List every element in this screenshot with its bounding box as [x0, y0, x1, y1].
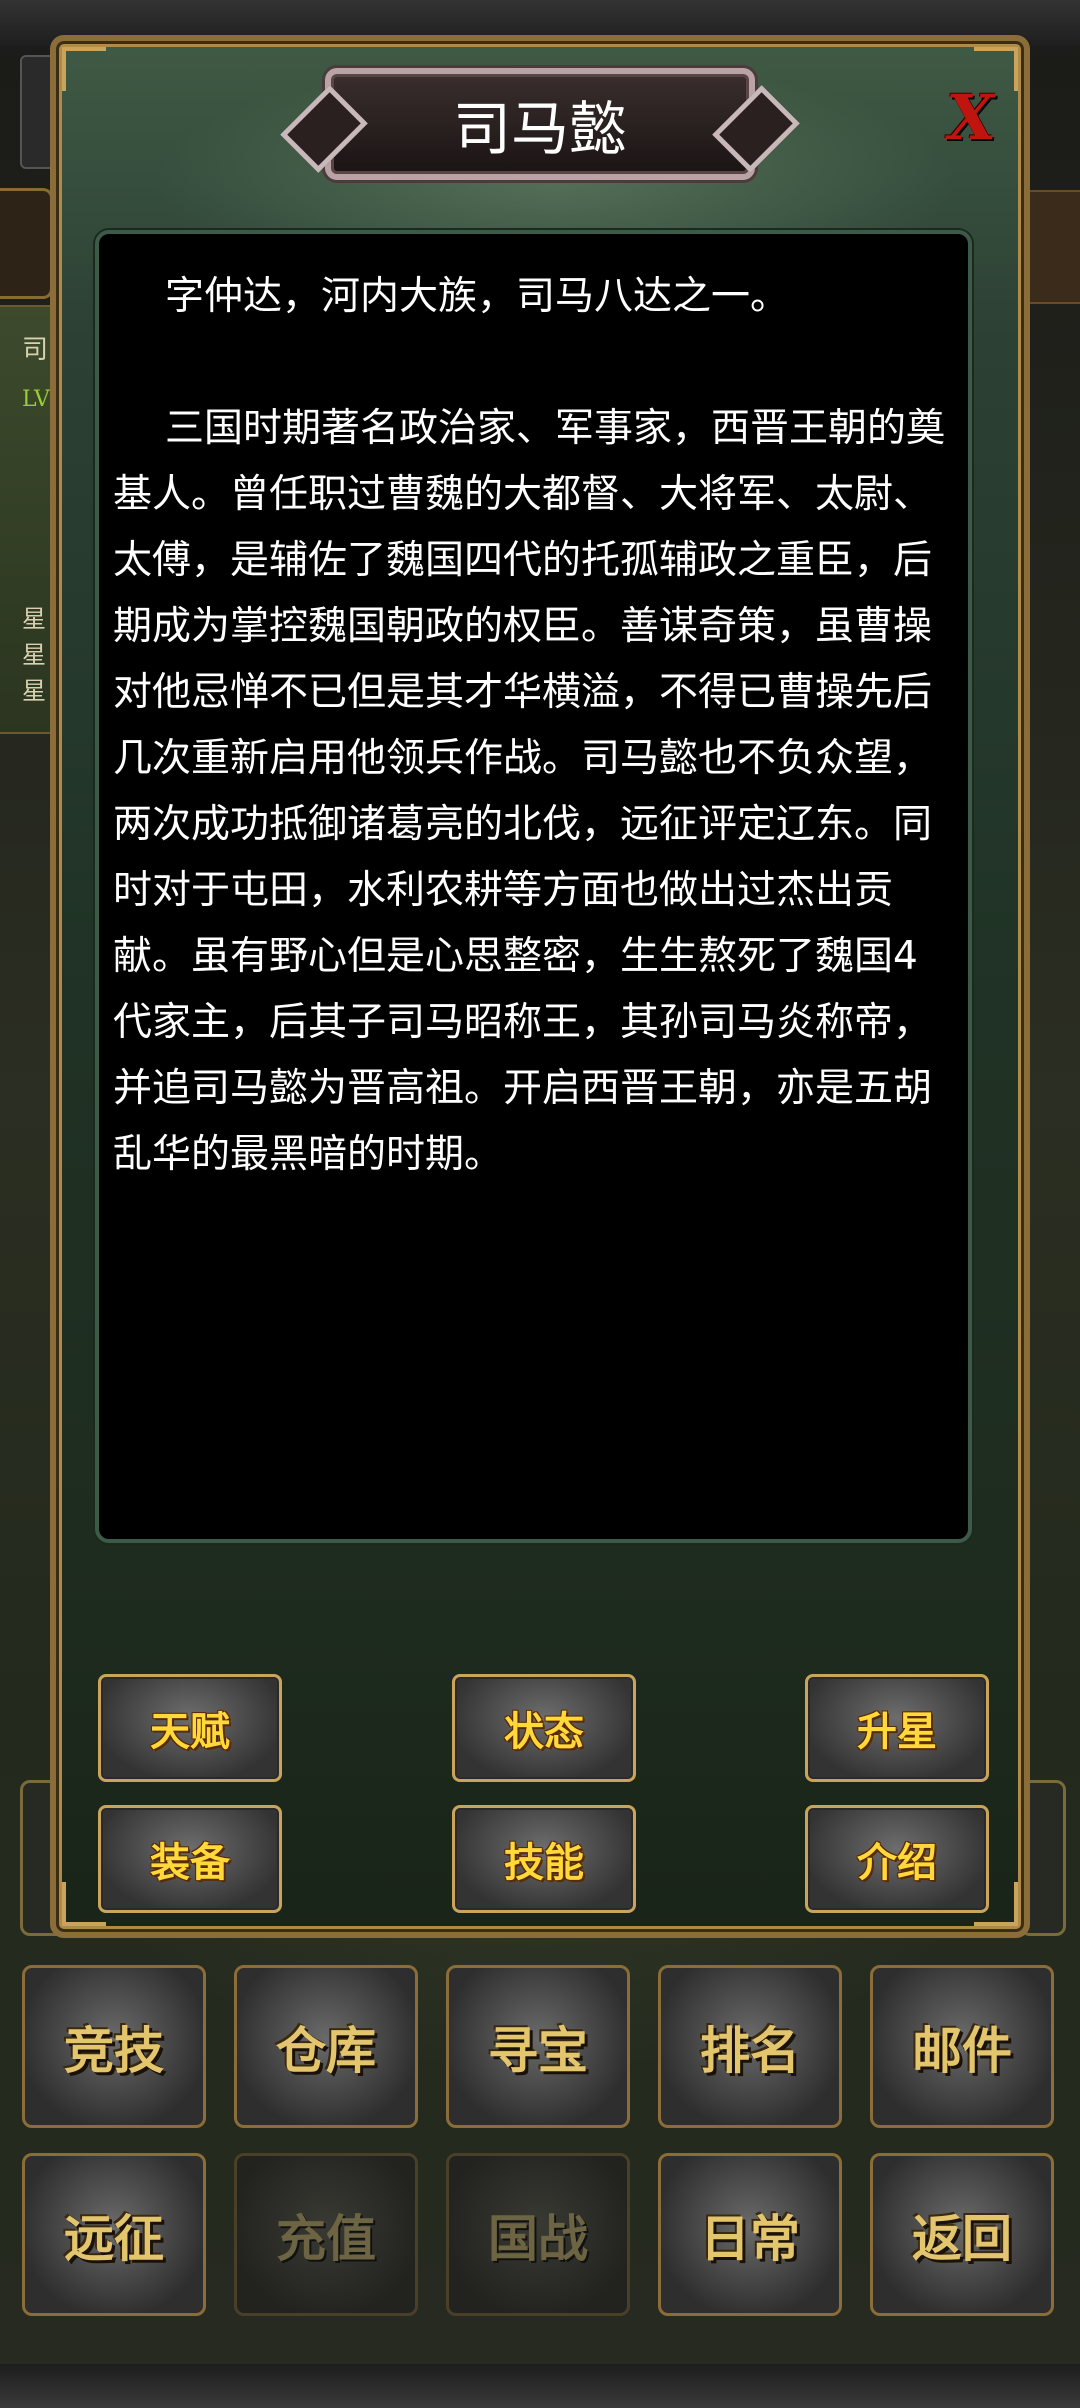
background-hero-card: 司 LV 星 星 星 — [0, 305, 54, 734]
equipment-button[interactable]: 装备 — [98, 1805, 282, 1913]
menu-daily-button[interactable]: 日常 — [658, 2153, 842, 2316]
background-level-label: LV — [22, 387, 50, 412]
hero-name-title: 司马懿 — [452, 95, 627, 163]
menu-expedition-button[interactable]: 远征 — [22, 2153, 206, 2316]
menu-arena-button[interactable]: 竞技 — [22, 1965, 206, 2128]
bottom-strip — [0, 2364, 1080, 2408]
close-icon[interactable]: X — [941, 81, 1001, 154]
background-star-label: 星 — [22, 677, 46, 705]
biography-text: 字仲达，河内大族，司马八达之一。 三国时期著名政治家、军事家，西晋王朝的奠基人。… — [113, 264, 953, 1188]
title-plate: 司马懿 — [325, 68, 755, 180]
menu-nation-war-button[interactable]: 国战 — [446, 2153, 630, 2316]
biography-paragraph: 字仲达，河内大族，司马八达之一。 — [165, 274, 790, 319]
menu-recharge-button[interactable]: 充值 — [234, 2153, 418, 2316]
menu-warehouse-button[interactable]: 仓库 — [234, 1965, 418, 2128]
frame-corner — [62, 47, 106, 91]
skill-button[interactable]: 技能 — [452, 1805, 636, 1913]
menu-ranking-button[interactable]: 排名 — [658, 1965, 842, 2128]
intro-button[interactable]: 介绍 — [805, 1805, 989, 1913]
menu-back-button[interactable]: 返回 — [870, 2153, 1054, 2316]
menu-mail-button[interactable]: 邮件 — [870, 1965, 1054, 2128]
talent-button[interactable]: 天赋 — [98, 1674, 282, 1782]
star-up-button[interactable]: 升星 — [805, 1674, 989, 1782]
background-star-label: 星 — [22, 605, 46, 633]
biography-paragraph: 三国时期著名政治家、军事家，西晋王朝的奠基人。曾任职过曹魏的大都督、大将军、太尉… — [113, 406, 946, 1177]
background-hero-name: 司 — [22, 335, 49, 365]
menu-treasure-button[interactable]: 寻宝 — [446, 1965, 630, 2128]
status-button[interactable]: 状态 — [452, 1674, 636, 1782]
background-star-label: 星 — [22, 641, 46, 669]
background-panel-edge-right — [1025, 190, 1080, 304]
biography-box: 字仲达，河内大族，司马八达之一。 三国时期著名政治家、军事家，西晋王朝的奠基人。… — [95, 230, 972, 1543]
background-tab — [0, 188, 53, 299]
